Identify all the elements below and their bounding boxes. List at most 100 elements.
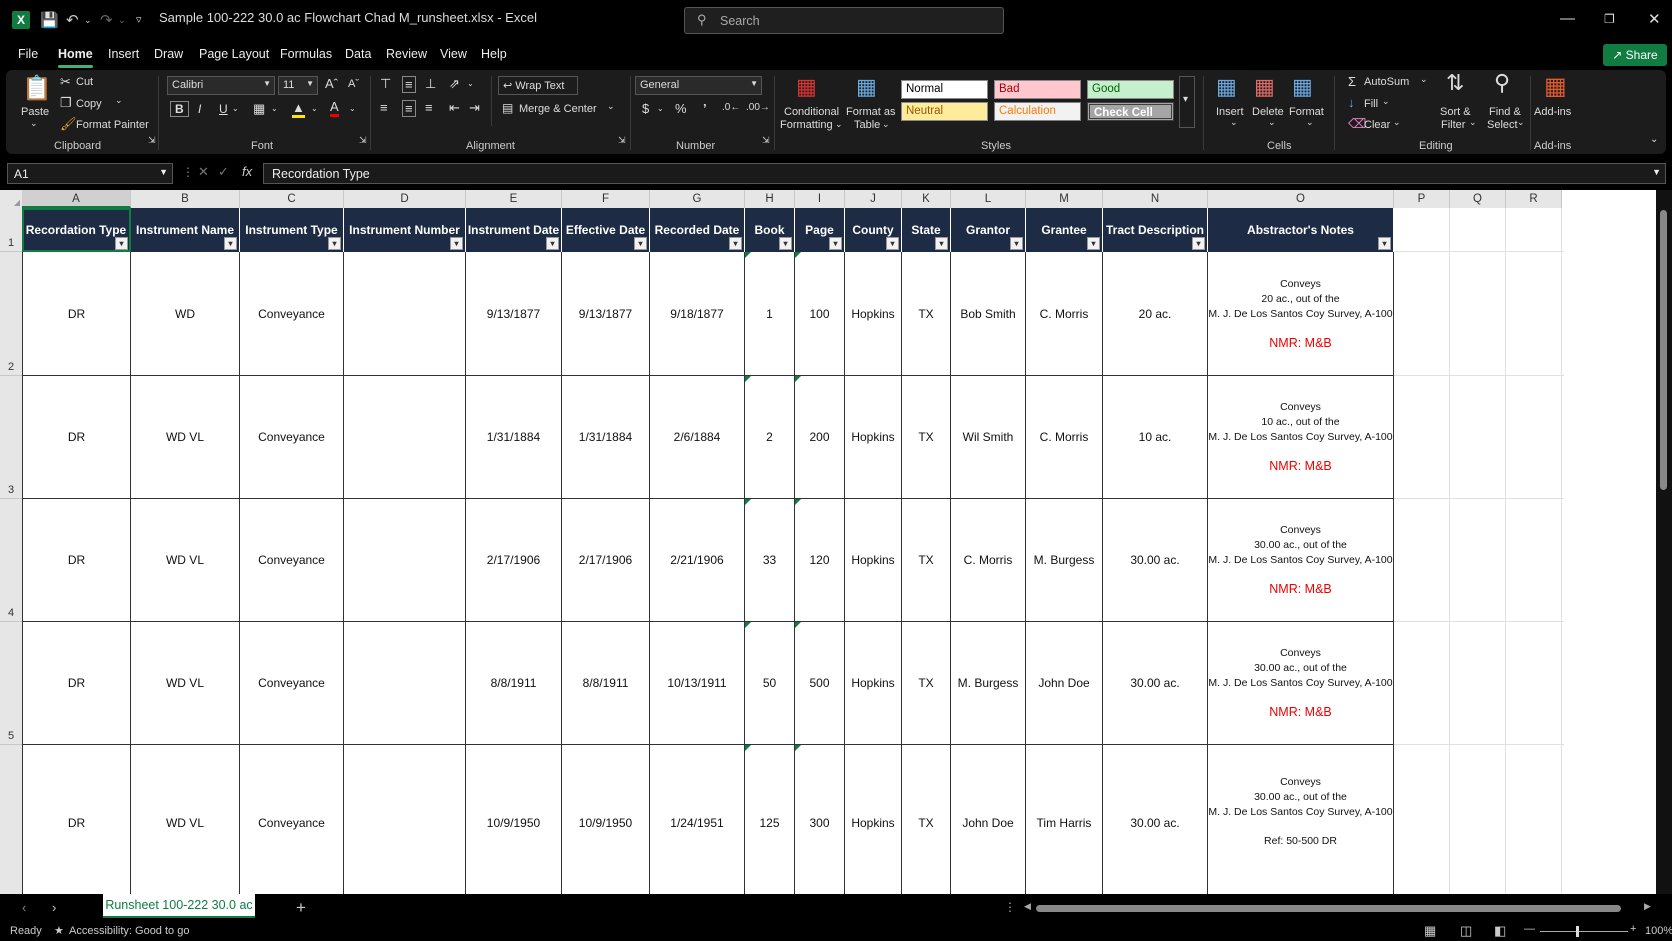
clear-dropdown-icon[interactable]: ⌄ [1393, 117, 1401, 128]
font-color-icon[interactable]: A [330, 99, 339, 117]
filter-dropdown-icon[interactable]: ▾ [1010, 237, 1023, 250]
column-header-j[interactable]: J [845, 190, 902, 208]
style-check-cell[interactable]: Check Cell [1087, 102, 1174, 121]
header-cell[interactable]: Instrument Type ▾ [240, 208, 344, 252]
table-cell[interactable]: Conveyance [240, 376, 344, 499]
filter-dropdown-icon[interactable]: ▾ [328, 237, 341, 250]
tab-view[interactable]: View [440, 47, 467, 61]
table-cell[interactable]: M. Burgess [951, 622, 1026, 745]
conditional-formatting-icon[interactable]: ▦ [796, 74, 817, 100]
align-bottom-icon[interactable]: ⊥ [425, 76, 436, 92]
column-header-g[interactable]: G [650, 190, 745, 208]
increase-font-icon[interactable]: Aˆ [325, 76, 338, 91]
header-cell[interactable]: Page ▾ [795, 208, 845, 252]
copy-button[interactable]: Copy [76, 98, 102, 110]
table-cell[interactable]: 1 [745, 252, 795, 376]
paste-dropdown-icon[interactable]: ⌄ [30, 118, 38, 129]
comma-style-icon[interactable]: ’ [703, 101, 707, 116]
header-cell[interactable]: Book ▾ [745, 208, 795, 252]
table-cell[interactable]: C. Morris [1026, 252, 1103, 376]
format-dropdown-icon[interactable]: ⌄ [1306, 117, 1314, 128]
table-cell[interactable]: 10/9/1950 [466, 745, 562, 894]
borders-dropdown-icon[interactable]: ⌄ [271, 104, 278, 113]
add-sheet-button[interactable]: + [296, 898, 306, 918]
style-normal[interactable]: Normal [901, 80, 988, 99]
name-box[interactable]: A1 ▼ [7, 163, 173, 184]
table-cell[interactable] [344, 252, 466, 376]
column-header-o[interactable]: O [1208, 190, 1394, 208]
table-cell[interactable]: C. Morris [951, 499, 1026, 622]
borders-icon[interactable]: ▦ [253, 101, 265, 117]
table-cell[interactable]: Hopkins [845, 252, 902, 376]
table-cell[interactable] [344, 376, 466, 499]
add-ins-button[interactable]: Add-ins [1534, 106, 1571, 118]
row-header[interactable]: 2 [0, 252, 22, 376]
table-cell[interactable]: TX [902, 252, 951, 376]
merge-center-button[interactable]: Merge & Center [519, 103, 597, 115]
number-format-select[interactable]: General ▼ [635, 76, 762, 95]
tab-page-layout[interactable]: Page Layout [199, 47, 269, 61]
filter-dropdown-icon[interactable]: ▾ [634, 237, 647, 250]
abstractor-notes-cell[interactable]: Conveys 30.00 ac., out of the M. J. De Los… [1208, 622, 1394, 745]
header-cell[interactable]: Effective Date ▾ [562, 208, 650, 252]
number-launcher-icon[interactable]: ⇲ [762, 135, 770, 146]
table-cell[interactable]: TX [902, 745, 951, 894]
table-cell[interactable]: WD VL [131, 622, 240, 745]
table-cell[interactable]: Conveyance [240, 745, 344, 894]
currency-dropdown-icon[interactable]: ⌄ [657, 104, 664, 113]
table-cell[interactable]: WD VL [131, 376, 240, 499]
style-bad[interactable]: Bad [994, 80, 1081, 99]
table-cell[interactable]: Tim Harris [1026, 745, 1103, 894]
fill-color-dropdown-icon[interactable]: ⌄ [311, 104, 318, 113]
customize-qat-icon[interactable]: ▿ [136, 13, 142, 26]
fill-button[interactable]: Fill [1364, 98, 1378, 110]
align-top-icon[interactable]: ⊤ [380, 76, 391, 92]
table-cell[interactable] [344, 745, 466, 894]
paste-icon[interactable]: 📋 [22, 74, 52, 103]
decrease-decimal-icon[interactable]: .00→ [746, 102, 770, 113]
zoom-out-icon[interactable]: — [1524, 923, 1535, 935]
header-cell[interactable]: Grantee ▾ [1026, 208, 1103, 252]
zoom-slider[interactable] [1540, 931, 1628, 932]
column-header-p[interactable]: P [1394, 190, 1450, 208]
scroll-left-icon[interactable]: ◀ [1024, 901, 1031, 912]
page-break-view-icon[interactable]: ◧ [1494, 923, 1506, 939]
table-cell[interactable]: 500 [795, 622, 845, 745]
filter-dropdown-icon[interactable]: ▾ [224, 237, 237, 250]
sort-filter-label-2[interactable]: Filter [1441, 119, 1465, 131]
table-cell[interactable]: 20 ac. [1103, 252, 1208, 376]
table-cell[interactable]: John Doe [951, 745, 1026, 894]
format-as-table-label-1[interactable]: Format as [846, 106, 896, 118]
table-cell[interactable]: TX [902, 622, 951, 745]
table-cell[interactable]: John Doe [1026, 622, 1103, 745]
add-ins-icon[interactable]: ▦ [1544, 72, 1567, 101]
delete-cells-icon[interactable]: ▦ [1254, 74, 1275, 100]
cut-icon[interactable]: ✂ [60, 74, 71, 90]
table-cell[interactable]: 50 [745, 622, 795, 745]
tab-data[interactable]: Data [345, 47, 371, 61]
cancel-entry-icon[interactable]: ✕ [198, 164, 209, 180]
insert-function-icon[interactable]: fx [242, 164, 252, 179]
conditional-formatting-label-1[interactable]: Conditional [784, 106, 839, 118]
table-cell[interactable]: DR [22, 745, 131, 894]
share-button[interactable]: ↗ Share [1603, 44, 1667, 66]
find-select-icon[interactable]: ⚲ [1494, 70, 1510, 96]
table-cell[interactable]: DR [22, 376, 131, 499]
conditional-formatting-label-2[interactable]: Formatting [780, 119, 833, 131]
column-header-k[interactable]: K [902, 190, 951, 208]
formula-input[interactable]: Recordation Type ▼ [263, 163, 1666, 184]
filter-dropdown-icon[interactable]: ▾ [729, 237, 742, 250]
filter-dropdown-icon[interactable]: ▾ [829, 237, 842, 250]
row-header[interactable]: 3 [0, 376, 22, 499]
table-cell[interactable]: 300 [795, 745, 845, 894]
fill-dropdown-icon[interactable]: ⌄ [1382, 96, 1390, 107]
header-cell[interactable]: Abstractor's Notes ▾ [1208, 208, 1394, 252]
header-cell[interactable]: Instrument Number ▾ [344, 208, 466, 252]
redo-dropdown-icon[interactable]: ⌄ [118, 15, 126, 26]
row-header[interactable]: 4 [0, 499, 22, 622]
table-cell[interactable]: WD VL [131, 745, 240, 894]
table-cell[interactable]: 2/17/1906 [466, 499, 562, 622]
paste-button[interactable]: Paste [21, 106, 49, 118]
header-cell[interactable]: Recorded Date ▾ [650, 208, 745, 252]
align-right-icon[interactable]: ≡ [425, 100, 433, 115]
